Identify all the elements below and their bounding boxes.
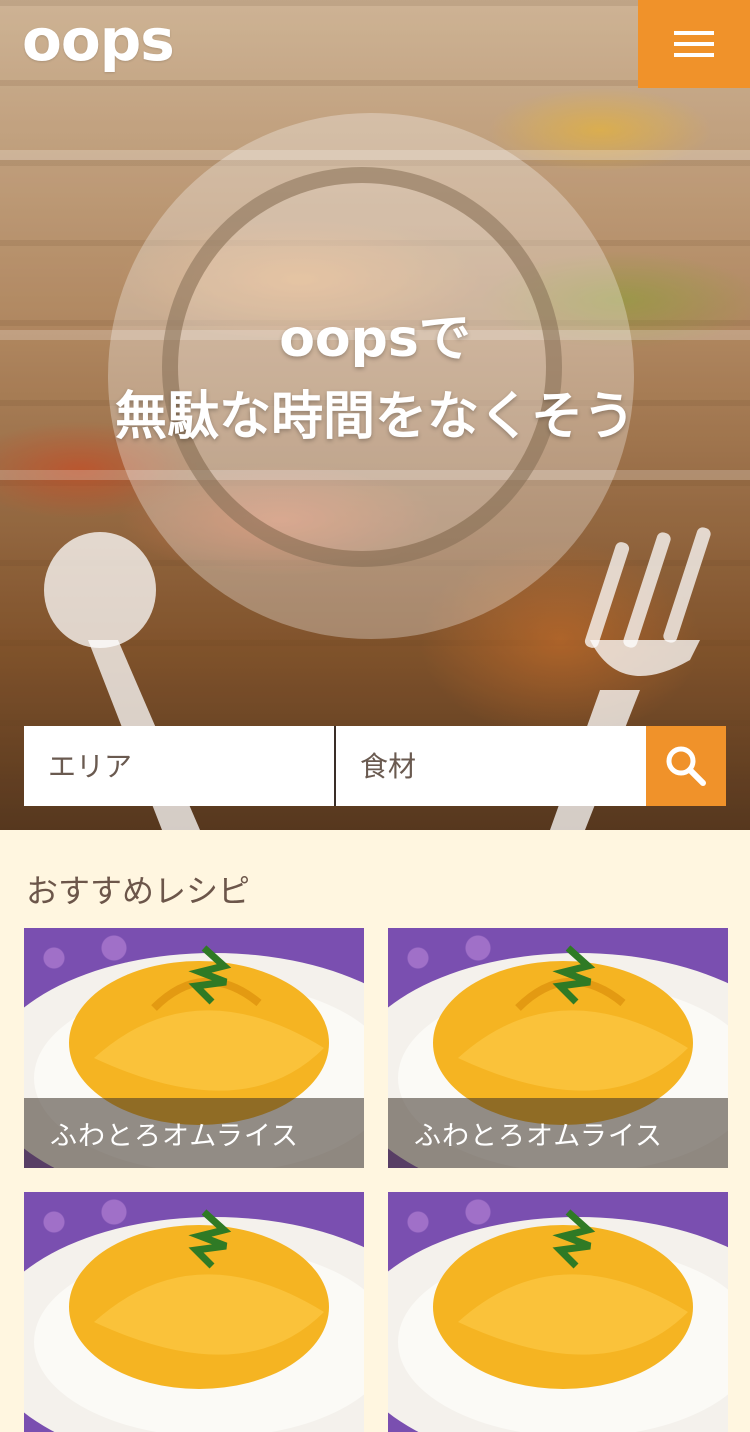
hero-banner: oops oopsで 無駄な時間をなくそう bbox=[0, 0, 750, 830]
menu-button[interactable] bbox=[638, 0, 750, 88]
recipe-name: ふわとろオムライス bbox=[24, 1098, 364, 1168]
recipe-card[interactable]: ふわとろオムライス bbox=[388, 928, 728, 1168]
search-icon bbox=[666, 746, 706, 786]
hero-headline: oopsで 無駄な時間をなくそう bbox=[0, 300, 750, 456]
recipe-card[interactable] bbox=[388, 1192, 728, 1432]
area-input[interactable] bbox=[24, 726, 334, 806]
ingredient-input[interactable] bbox=[336, 726, 646, 806]
recipe-image bbox=[388, 1209, 728, 1432]
recipe-card[interactable]: ふわとろオムライス bbox=[24, 928, 364, 1168]
recipe-name: ふわとろオムライス bbox=[388, 1098, 728, 1168]
search-bar bbox=[24, 726, 726, 806]
hero-title-line1: oopsで bbox=[279, 309, 471, 369]
hero-title-line2: 無駄な時間をなくそう bbox=[114, 387, 635, 447]
site-logo[interactable]: oops bbox=[22, 6, 175, 74]
recommended-recipes-title: おすすめレシピ bbox=[26, 872, 251, 910]
search-button[interactable] bbox=[646, 726, 726, 806]
recipe-image bbox=[24, 1209, 364, 1432]
spoon-icon bbox=[44, 532, 156, 648]
recipe-card[interactable] bbox=[24, 1192, 364, 1432]
hamburger-icon bbox=[674, 31, 714, 57]
